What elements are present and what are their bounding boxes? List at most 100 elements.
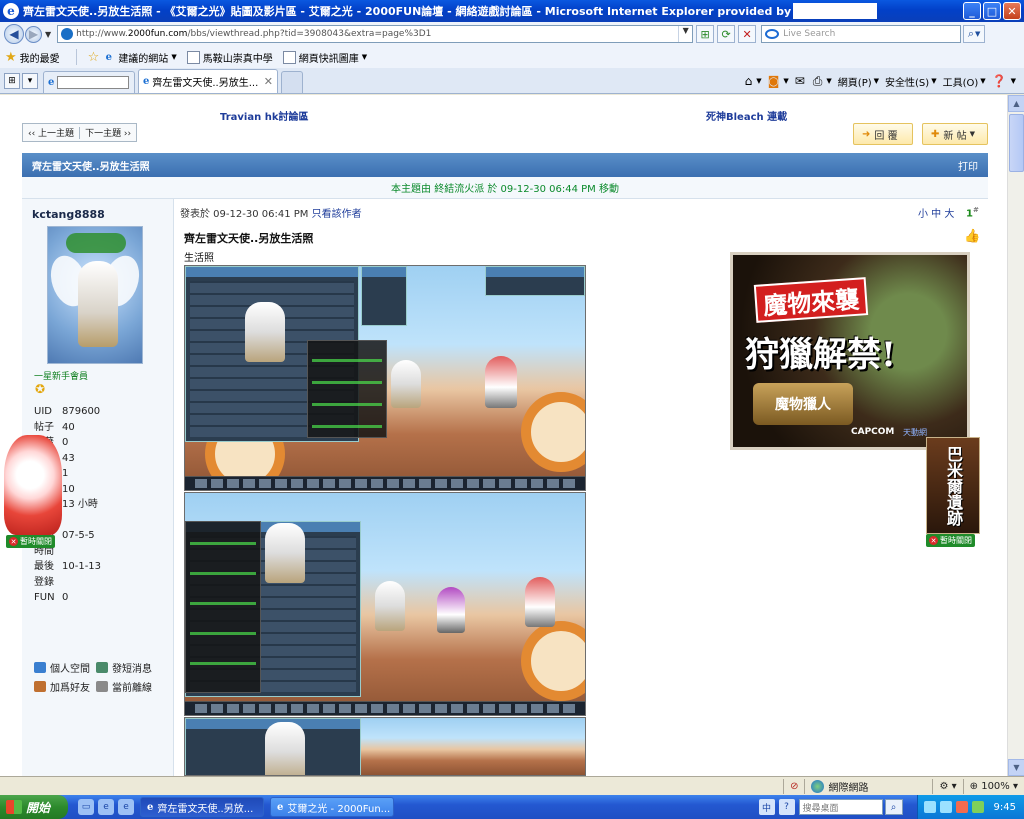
messenger-icon[interactable]	[971, 801, 984, 813]
volume-icon[interactable]	[939, 801, 952, 813]
safety-menu[interactable]: 安全性(S) ▼	[885, 74, 937, 89]
scroll-thumb[interactable]	[1009, 114, 1024, 172]
post-meta: 發表於 09-12-30 06:41 PM 只看該作者	[180, 209, 362, 220]
ie-icon: e	[105, 51, 112, 63]
add-friend-link[interactable]: 加爲好友	[34, 679, 96, 694]
protected-mode-button[interactable]: ⚙ ▾	[932, 778, 962, 794]
ad-tag: 魔物來襲	[753, 277, 869, 323]
print-link[interactable]: 打印	[958, 158, 978, 173]
stat-value: 40	[62, 421, 75, 433]
address-bar: ◀ ▶ ▼ http://www.2000fun.com/bbs/viewthr…	[0, 22, 1024, 46]
show-desktop-icon[interactable]: ▭	[78, 799, 94, 815]
profile-link[interactable]: 個人空間	[34, 660, 96, 675]
close-ad-left-button[interactable]: ✕ 暫時關閉	[6, 535, 55, 548]
link-bleach[interactable]: 死神Bleach 連載	[706, 108, 787, 123]
feeds-button[interactable]: ◙ ▼	[768, 74, 789, 88]
help-icon[interactable]: ?	[778, 799, 795, 815]
link-travian[interactable]: Travian hk討論區	[220, 108, 308, 123]
tab-current-thread[interactable]: e 齊左雷文天使..另放生... ✕	[138, 69, 278, 93]
avatar	[47, 226, 143, 364]
forward-button[interactable]: ▶	[25, 25, 42, 43]
fav-item-school[interactable]: 馬鞍山崇真中學	[186, 50, 273, 65]
tools-menu[interactable]: 工具(O) ▼	[943, 74, 986, 89]
help-icon: ❓	[991, 74, 1007, 88]
vertical-scrollbar[interactable]: ▲ ▼	[1007, 95, 1024, 776]
status-bar: ⊘ 網際網路 ⚙ ▾ ⊕ 100% ▾	[0, 776, 1024, 795]
font-size-links[interactable]: 小 中 大	[918, 205, 954, 220]
url-text: http://www.2000fun.com/bbs/viewthread.ph…	[76, 29, 432, 39]
thread-title: 齊左雷文天使..另放生活照	[32, 161, 150, 173]
start-button[interactable]: 開始	[0, 795, 68, 819]
close-ad-right-button[interactable]: ✕ 暫時關閉	[926, 534, 975, 547]
author-stat-row: 最後登錄 10-1-13	[34, 559, 101, 590]
explorer-icon[interactable]: e	[98, 799, 114, 815]
tab-untitled[interactable]: e	[43, 71, 135, 93]
home-button[interactable]: ⌂ ▼	[745, 74, 762, 88]
live-search-input[interactable]: Live Search	[761, 25, 962, 43]
print-button[interactable]: ⎙ ▼	[813, 74, 832, 89]
history-dropdown-icon[interactable]: ▼	[45, 30, 51, 39]
game-screenshot-3[interactable]	[184, 717, 586, 776]
tab-list-dropdown-icon[interactable]: ▾	[22, 73, 38, 89]
scroll-up-icon[interactable]: ▲	[1008, 95, 1024, 112]
reply-button[interactable]: ➜ 回 覆	[853, 123, 913, 145]
scroll-down-icon[interactable]: ▼	[1008, 759, 1024, 776]
mail-button[interactable]: ✉	[795, 74, 807, 88]
stat-value: 10	[62, 483, 75, 495]
game-screenshot-1[interactable]	[184, 265, 586, 491]
language-icon[interactable]: 中	[758, 799, 775, 815]
network-icon[interactable]	[923, 801, 936, 813]
rank-star-icon: ✪	[35, 382, 46, 396]
url-field[interactable]: http://www.2000fun.com/bbs/viewthread.ph…	[57, 25, 694, 43]
help-menu[interactable]: ❓ ▼	[992, 74, 1016, 88]
new-tab-button[interactable]	[281, 71, 303, 93]
ie-quicklaunch-icon[interactable]: e	[118, 799, 134, 815]
author-username[interactable]: kctang8888	[32, 208, 105, 221]
minimize-button[interactable]: _	[963, 2, 981, 20]
monster-hunter-ad[interactable]: 魔物來襲 狩獵解禁! 魔物獵人 CAPCOM 天動網	[730, 252, 970, 450]
reply-arrow-icon: ➜	[862, 128, 871, 140]
fav-item-suggested-sites[interactable]: e 建議的網站 ▼	[102, 50, 177, 65]
floating-ad-left[interactable]	[4, 435, 62, 535]
security-icon[interactable]	[955, 801, 968, 813]
desktop-search-go-icon[interactable]: ⌕	[884, 799, 903, 815]
ad-headline: 狩獵解禁!	[745, 335, 896, 375]
taskbar-item-forum[interactable]: e 艾爾之光 - 2000Fun...	[270, 797, 394, 817]
quick-launch: ▭ e e	[78, 799, 134, 815]
favorites-center-button[interactable]: 我的最愛	[20, 50, 60, 65]
next-thread-link[interactable]: 下一主題 ››	[80, 126, 136, 139]
post-title: 齊左雷文天使..另放生活照	[184, 232, 314, 245]
maximize-button[interactable]: □	[983, 2, 1001, 20]
refresh-icon[interactable]: ⟳	[717, 25, 736, 43]
popup-blocker-icon[interactable]: ⊘	[783, 778, 804, 794]
tab-close-icon[interactable]: ✕	[264, 75, 273, 88]
floating-ad-right-text: 巴米爾遺跡	[944, 445, 963, 526]
offline-icon	[96, 681, 108, 692]
security-zone[interactable]: 網際網路	[804, 778, 932, 794]
online-status: 當前離線	[96, 679, 158, 694]
floating-ad-right[interactable]: 巴米爾遺跡	[926, 437, 980, 534]
favorites-star-icon[interactable]: ★	[5, 50, 17, 65]
stat-value: 13 小時	[62, 499, 98, 510]
thumbs-up-icon[interactable]: 👍	[964, 229, 980, 244]
fav-item-web-slice-gallery[interactable]: 網頁快訊圖庫 ▼	[282, 50, 367, 65]
add-favorite-icon[interactable]: ☆	[88, 50, 100, 65]
capcom-logo: CAPCOM	[851, 427, 895, 437]
only-author-link[interactable]: 只看該作者	[312, 209, 362, 220]
compatibility-icon[interactable]: ⊞	[696, 25, 715, 43]
close-button[interactable]: ✕	[1003, 2, 1021, 20]
stop-icon[interactable]: ✕	[738, 25, 757, 43]
close-icon: ✕	[929, 536, 938, 545]
taskbar-item-thread[interactable]: e 齊左雷文天使..另放...	[140, 797, 264, 817]
new-thread-button[interactable]: ✚ 新 帖 ▼	[922, 123, 988, 145]
game-screenshot-2[interactable]	[184, 492, 586, 716]
quick-tabs-icon[interactable]: ⊞	[4, 73, 20, 89]
back-button[interactable]: ◀	[4, 24, 24, 44]
desktop-search-input[interactable]: 搜尋桌面	[798, 799, 883, 815]
prev-thread-link[interactable]: ‹‹ 上一主題	[23, 126, 79, 139]
search-go-button[interactable]: ⌕ ▼	[963, 25, 986, 43]
zoom-level[interactable]: ⊕ 100% ▾	[962, 778, 1024, 794]
page-menu[interactable]: 網頁(P) ▼	[838, 74, 879, 89]
send-message-link[interactable]: 發短消息	[96, 660, 158, 675]
url-dropdown-icon[interactable]: ▼	[678, 26, 692, 42]
